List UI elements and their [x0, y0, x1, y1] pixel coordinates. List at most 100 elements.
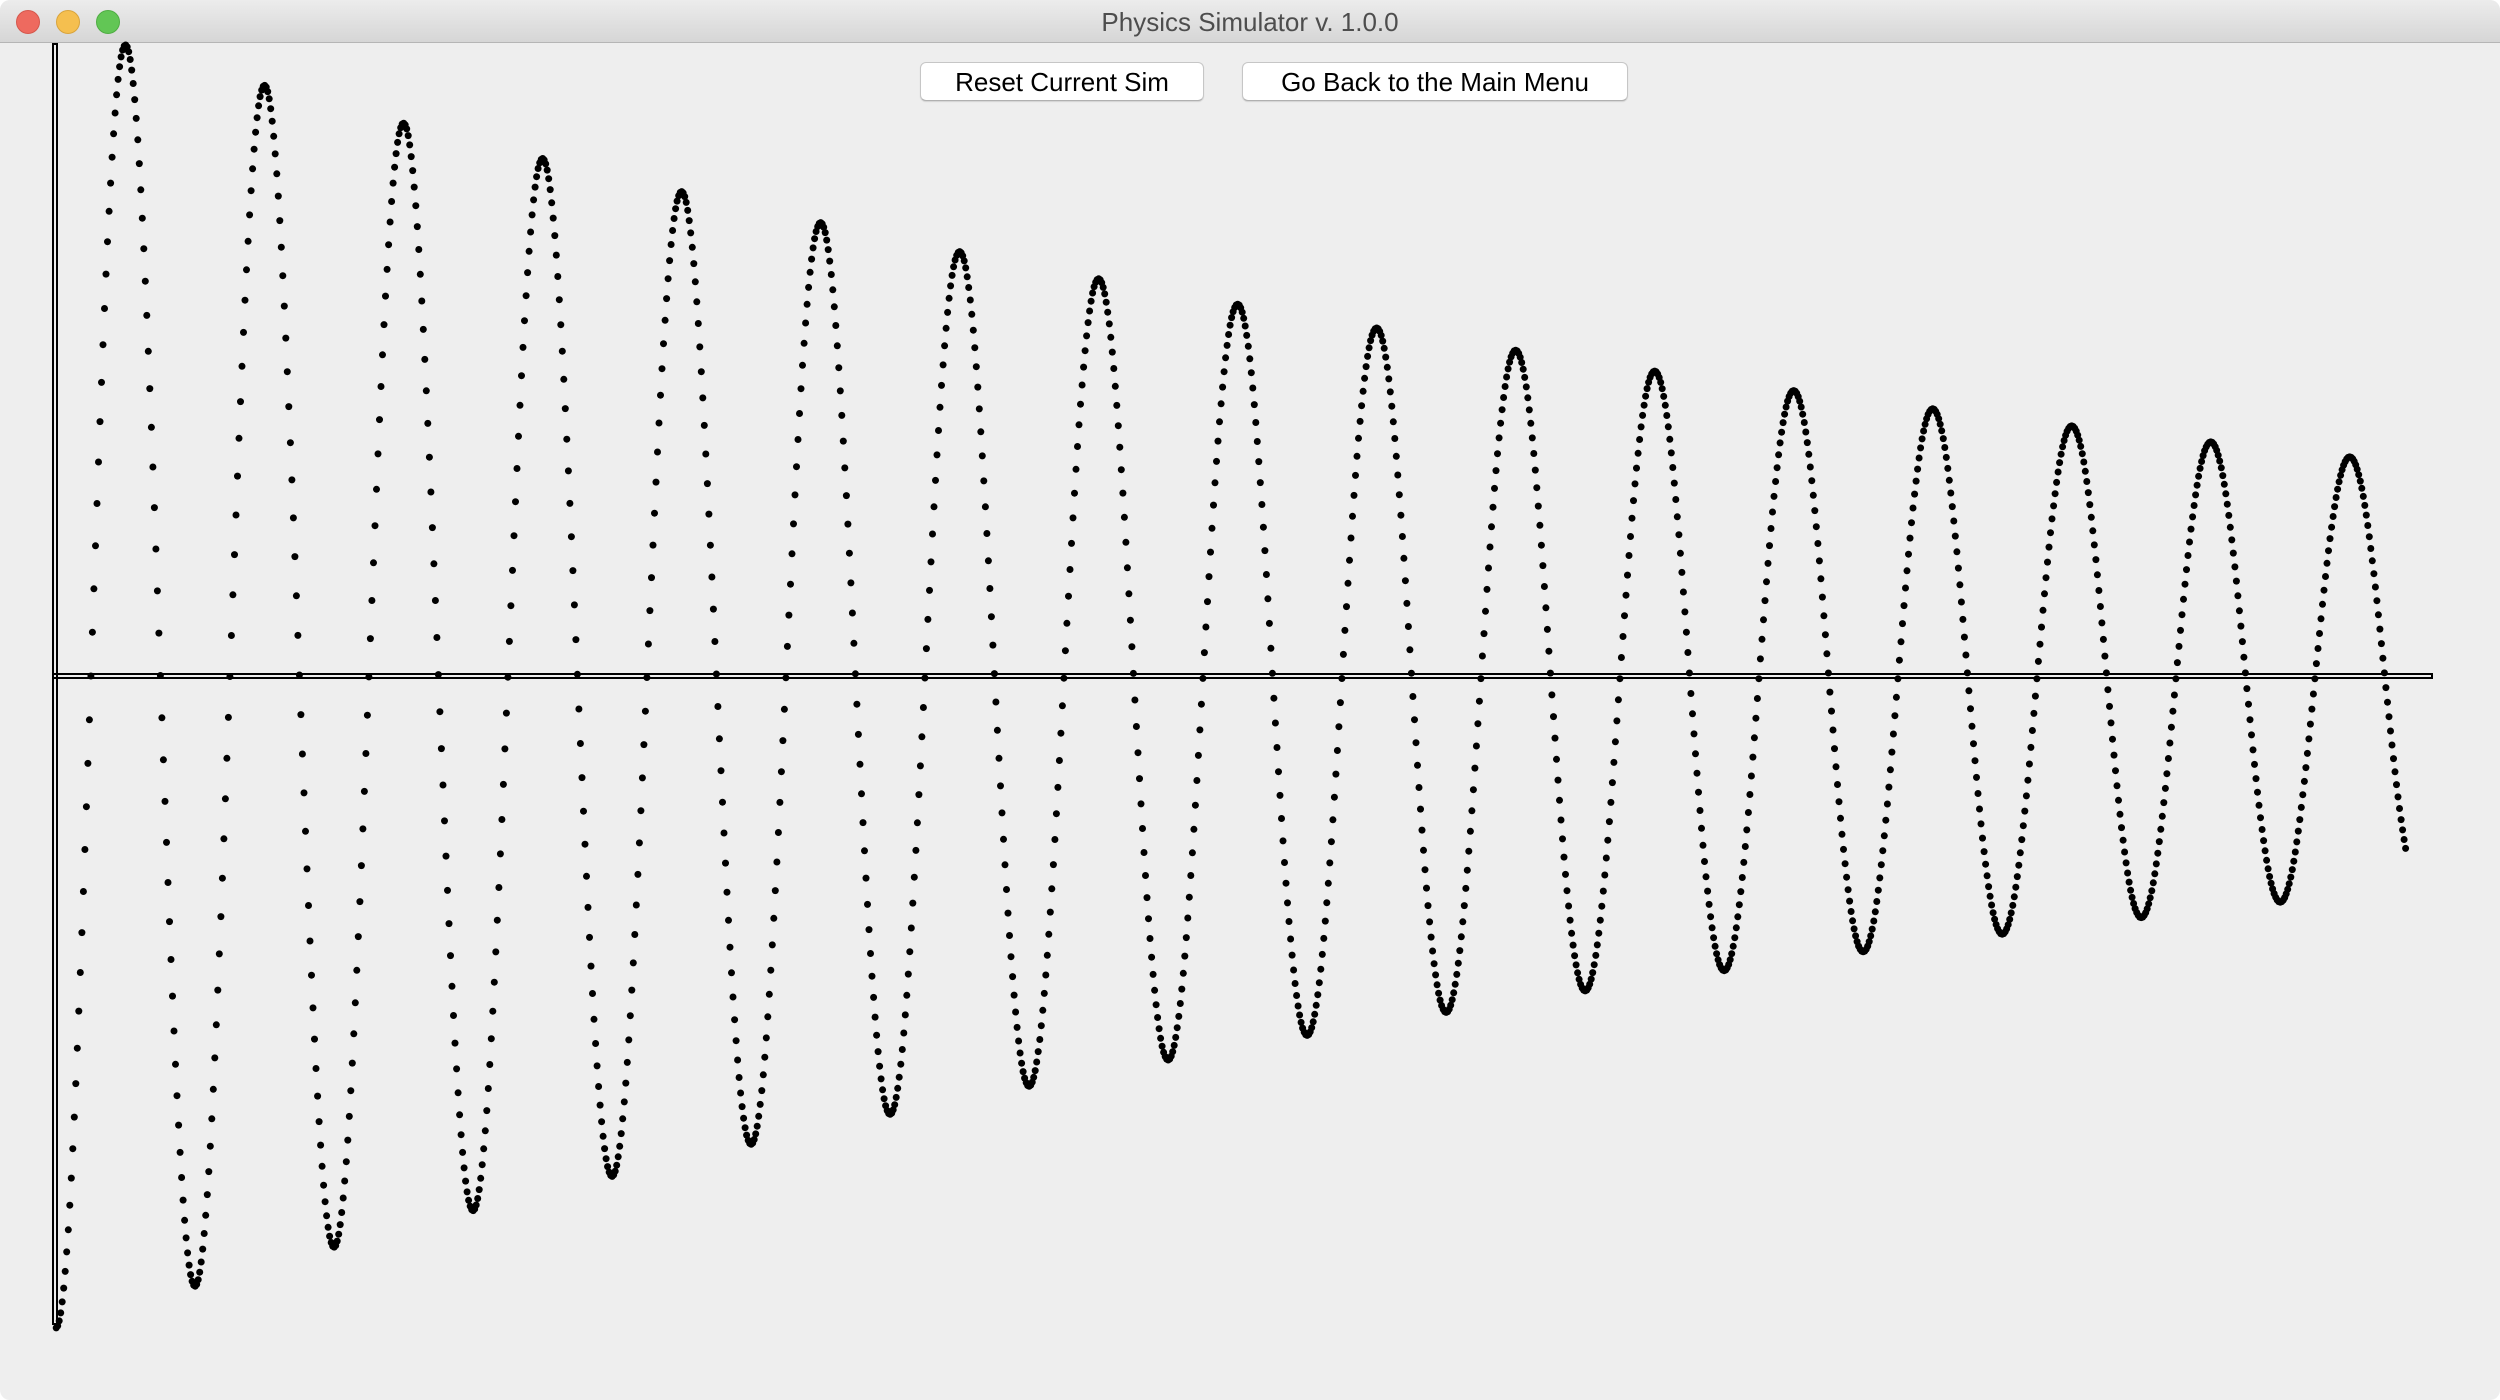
data-point — [1980, 848, 1988, 856]
data-point — [2181, 580, 2189, 588]
data-point — [244, 237, 252, 245]
data-point — [2012, 883, 2020, 891]
data-point — [2047, 529, 2054, 537]
data-point — [418, 297, 426, 305]
data-point — [2010, 893, 2018, 901]
data-point — [1486, 543, 1494, 551]
data-point — [277, 243, 285, 251]
data-point — [864, 900, 871, 908]
data-point — [870, 993, 878, 1001]
data-point — [1128, 643, 1136, 651]
data-point — [348, 1059, 356, 1067]
data-point — [1559, 835, 1566, 843]
data-point — [2308, 705, 2316, 713]
data-point — [625, 1036, 633, 1044]
data-point — [2361, 501, 2369, 509]
data-point — [212, 1021, 220, 1029]
data-point — [768, 941, 776, 949]
data-point — [308, 971, 315, 979]
data-point — [1184, 914, 1192, 922]
data-point — [868, 972, 876, 980]
data-point — [1421, 866, 1429, 874]
data-point — [292, 592, 300, 600]
data-point — [1126, 616, 1134, 624]
data-point — [932, 476, 939, 484]
data-point — [909, 899, 917, 907]
data-point — [1132, 723, 1140, 730]
data-point — [1640, 401, 1648, 409]
reset-current-sim-button[interactable]: Reset Current Sim — [920, 62, 1204, 101]
data-point — [1989, 909, 1997, 917]
data-point — [247, 187, 255, 195]
data-point — [1844, 886, 1852, 894]
data-point — [1317, 965, 1325, 973]
data-point — [178, 1174, 186, 1181]
data-point — [1392, 452, 1400, 460]
data-point — [1219, 383, 1227, 391]
data-point — [1729, 942, 1737, 950]
data-point — [728, 969, 735, 977]
data-point — [137, 186, 145, 194]
data-point — [114, 75, 122, 83]
data-point — [2019, 822, 2027, 830]
data-point — [774, 829, 782, 836]
data-point — [722, 859, 729, 867]
data-point — [357, 862, 365, 870]
data-point — [1820, 612, 1828, 620]
data-point — [2235, 607, 2243, 615]
data-point — [1086, 307, 1094, 315]
data-point — [92, 542, 99, 550]
data-point — [1401, 577, 1409, 585]
data-point — [1034, 1048, 1042, 1056]
data-point — [1282, 879, 1290, 887]
data-point — [427, 488, 435, 496]
data-point — [1764, 559, 1772, 567]
data-point — [1877, 861, 1885, 869]
data-point — [199, 1245, 207, 1253]
data-point — [1211, 479, 1219, 487]
data-point — [2232, 577, 2240, 585]
data-point — [2359, 492, 2367, 500]
data-point — [1193, 777, 1201, 784]
data-point — [1595, 929, 1603, 937]
data-point — [1769, 508, 1776, 516]
data-point — [569, 567, 577, 575]
data-point — [1781, 410, 1789, 418]
data-point — [1886, 766, 1894, 774]
data-point — [719, 798, 726, 806]
data-point — [72, 1080, 80, 1088]
data-point — [1681, 608, 1689, 616]
data-point — [366, 635, 374, 643]
data-point — [836, 387, 844, 395]
data-point — [1072, 465, 1080, 473]
data-point — [1358, 402, 1366, 410]
data-point — [1190, 825, 1198, 833]
data-point — [1114, 422, 1122, 430]
data-point — [2149, 879, 2157, 887]
data-point — [2086, 501, 2094, 509]
data-point — [657, 391, 664, 399]
data-point — [2322, 573, 2329, 580]
data-point — [129, 80, 137, 87]
data-point — [910, 873, 918, 881]
back-to-main-menu-button[interactable]: Go Back to the Main Menu — [1242, 62, 1628, 101]
data-point — [267, 105, 275, 113]
data-point — [2238, 638, 2246, 646]
data-point — [521, 317, 528, 325]
data-point — [945, 294, 953, 302]
data-point — [152, 545, 160, 553]
data-point — [1847, 908, 1855, 915]
data-point — [853, 700, 861, 708]
data-point — [901, 1011, 909, 1019]
data-point — [602, 1155, 610, 1163]
data-point — [98, 378, 105, 386]
data-point — [2362, 511, 2370, 519]
data-point — [1111, 382, 1119, 390]
data-point — [1903, 567, 1911, 575]
data-point — [2102, 669, 2110, 677]
data-point — [456, 1111, 464, 1119]
data-point — [214, 986, 222, 994]
data-point — [2106, 702, 2113, 710]
data-point — [363, 711, 371, 719]
data-point — [1430, 960, 1438, 968]
